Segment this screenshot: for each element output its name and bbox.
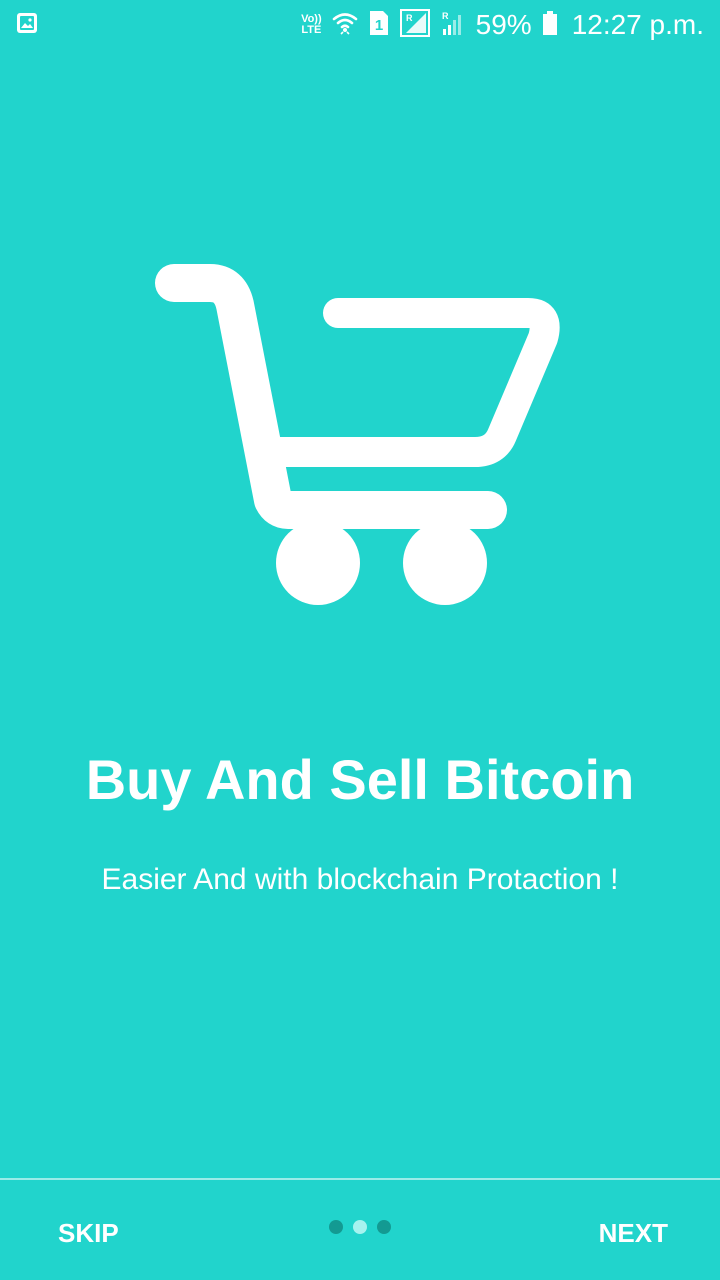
signal-roaming-icon: R	[399, 8, 430, 42]
signal-icon: R	[440, 9, 466, 42]
onboarding-screen: Vo)) LTE 1 R R 59% 12:27 p.m. Buy And Se…	[0, 0, 720, 1280]
volte-icon: Vo)) LTE	[301, 14, 322, 36]
bottom-navigation: SKIP NEXT	[0, 1180, 720, 1280]
sim-1-icon: 1	[368, 9, 390, 42]
page-dot-1[interactable]	[329, 1220, 343, 1234]
svg-text:R: R	[442, 11, 449, 21]
svg-text:R: R	[406, 13, 413, 23]
battery-percent: 59%	[475, 9, 532, 40]
volte-line2: LTE	[301, 24, 322, 36]
next-button[interactable]: NEXT	[587, 1208, 680, 1258]
onboarding-title: Buy And Sell Bitcoin	[85, 748, 635, 811]
wifi-icon	[332, 10, 358, 41]
svg-text:1: 1	[374, 17, 382, 34]
page-dot-2-active[interactable]	[353, 1220, 367, 1234]
shopping-cart-icon	[150, 260, 570, 610]
onboarding-subtitle: Easier And with blockchain Protaction !	[101, 863, 619, 896]
status-bar: Vo)) LTE 1 R R 59% 12:27 p.m.	[0, 0, 720, 50]
gallery-icon	[16, 12, 38, 39]
page-dot-3[interactable]	[377, 1220, 391, 1234]
battery-icon	[542, 9, 558, 42]
clock: 12:27 p.m.	[571, 9, 704, 40]
status-icons: Vo)) LTE 1 R R 59% 12:27 p.m.	[301, 0, 704, 50]
